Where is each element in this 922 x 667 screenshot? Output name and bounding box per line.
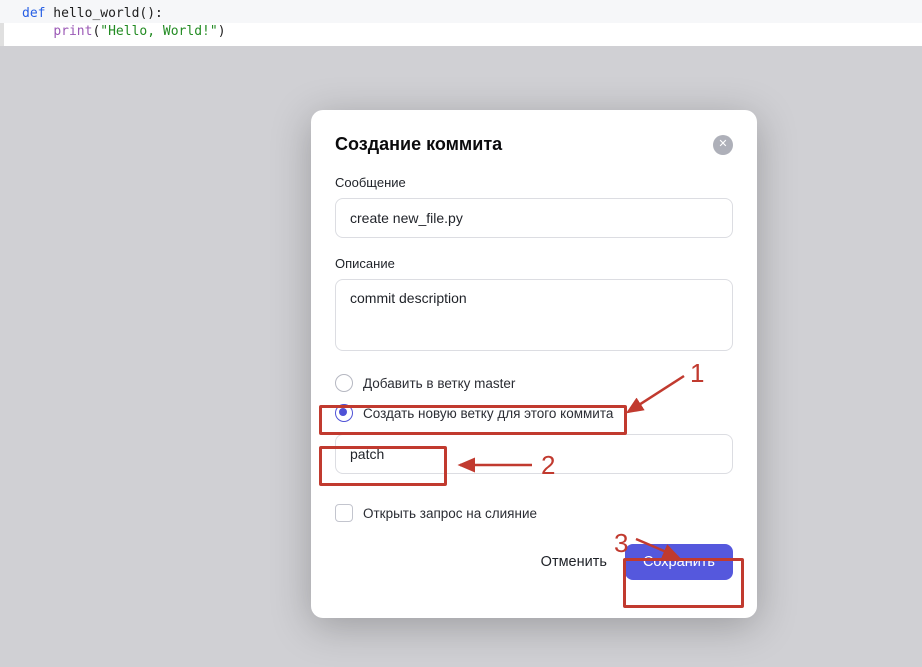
code-editor: def hello_world(): print("Hello, World!"…	[0, 0, 922, 46]
message-label: Сообщение	[335, 175, 733, 190]
commit-description-input[interactable]: commit description	[335, 279, 733, 351]
radio-master-label: Добавить в ветку master	[363, 376, 515, 391]
cancel-button[interactable]: Отменить	[541, 554, 607, 570]
code-line-1: def hello_world():	[0, 0, 922, 23]
commit-modal: Создание коммита ✕ Сообщение Описание co…	[311, 110, 757, 618]
description-field-group: Описание commit description	[335, 256, 733, 356]
branch-name-input[interactable]	[350, 446, 718, 462]
radio-icon	[335, 404, 353, 422]
close-button[interactable]: ✕	[713, 135, 733, 155]
close-icon: ✕	[718, 139, 727, 150]
modal-title: Создание коммита	[335, 134, 502, 155]
save-button[interactable]: Сохранить	[625, 544, 733, 580]
code-line-2: print("Hello, World!")	[0, 23, 922, 46]
modal-header: Создание коммита ✕	[335, 134, 733, 155]
modal-footer: Отменить Сохранить	[335, 544, 733, 580]
description-label: Описание	[335, 256, 733, 271]
message-field-group: Сообщение	[335, 175, 733, 238]
checkbox-mr-label: Открыть запрос на слияние	[363, 506, 537, 521]
radio-create-new-branch[interactable]: Создать новую ветку для этого коммита	[335, 404, 733, 422]
checkbox-open-mr[interactable]: Открыть запрос на слияние	[335, 504, 733, 522]
checkbox-icon	[335, 504, 353, 522]
branch-name-field	[335, 434, 733, 474]
radio-add-to-master[interactable]: Добавить в ветку master	[335, 374, 733, 392]
commit-message-input[interactable]	[335, 198, 733, 238]
radio-icon	[335, 374, 353, 392]
radio-newbranch-label: Создать новую ветку для этого коммита	[363, 406, 613, 421]
